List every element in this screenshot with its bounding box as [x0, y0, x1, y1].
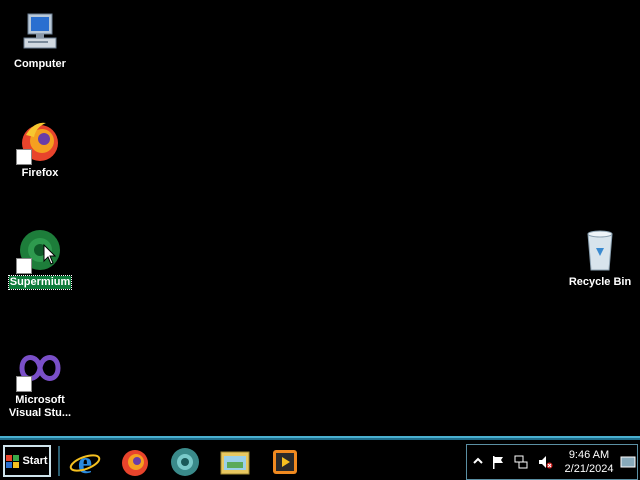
windows-logo-icon	[6, 454, 20, 468]
desktop-icon-firefox[interactable]: Firefox	[0, 117, 80, 180]
desktop-icon-label: Microsoft Visual Stu...	[8, 394, 72, 419]
show-hidden-icons-icon[interactable]	[470, 454, 486, 470]
show-desktop-icon[interactable]	[620, 454, 636, 470]
system-tray: 9:46 AM 2/21/2024	[466, 444, 638, 480]
desktop-icon-label: Firefox	[21, 167, 59, 179]
desktop-icon-computer[interactable]: Computer	[0, 8, 80, 71]
clock-time: 9:46 AM	[568, 449, 610, 461]
visual-studio-icon	[16, 344, 64, 392]
mouse-cursor-icon	[43, 244, 57, 265]
desktop-icon-visual-studio[interactable]: Microsoft Visual Stu...	[0, 344, 80, 420]
computer-icon	[16, 8, 64, 56]
desktop-icon-label: Computer	[14, 58, 66, 70]
desktop-icon-label: Recycle Bin	[568, 276, 632, 288]
svg-text:e: e	[78, 446, 92, 478]
taskbar-body: Start e 9:46 AM 2/21/2024	[0, 440, 640, 480]
recycle-bin-icon	[576, 226, 624, 274]
clock-date: 2/21/2024	[564, 463, 614, 475]
volume-muted-icon[interactable]	[537, 454, 553, 470]
shortcut-arrow-icon	[16, 258, 32, 274]
shortcut-arrow-icon	[16, 149, 32, 165]
shortcut-arrow-icon	[16, 376, 32, 392]
start-label: Start	[22, 455, 48, 467]
start-button[interactable]: Start	[3, 445, 51, 477]
clock[interactable]: 9:46 AM 2/21/2024	[561, 448, 617, 476]
network-icon[interactable]	[513, 454, 529, 470]
taskbar-separator	[58, 446, 60, 476]
firefox-icon	[16, 117, 64, 165]
media-player-icon[interactable]	[269, 446, 301, 478]
taskbar: Start e 9:46 AM 2/21/2024	[0, 436, 640, 480]
file-explorer-icon[interactable]	[219, 446, 251, 478]
firefox-icon[interactable]	[119, 446, 151, 478]
action-center-flag-icon[interactable]	[490, 454, 506, 470]
internet-explorer-icon[interactable]: e	[69, 446, 101, 478]
desktop-icon-recycle-bin[interactable]: Recycle Bin	[560, 226, 640, 289]
desktop-icon-supermium[interactable]: Supermium	[0, 226, 80, 290]
desktop-icon-label: Supermium	[7, 275, 73, 290]
supermium-icon[interactable]	[169, 446, 201, 478]
desktop: Computer Firefox Supermium Microsoft Vis…	[0, 0, 640, 436]
